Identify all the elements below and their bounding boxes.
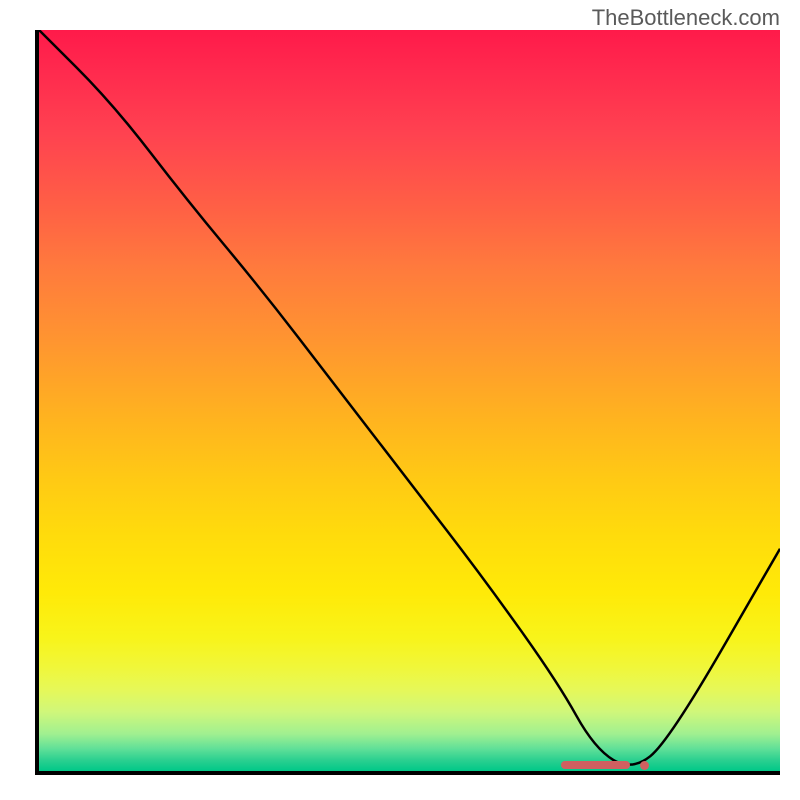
plot-area	[35, 30, 780, 775]
watermark-text: TheBottleneck.com	[592, 5, 780, 31]
bottleneck-curve	[39, 30, 780, 765]
curve-svg	[39, 30, 780, 771]
optimal-marker-dot	[640, 761, 649, 770]
optimal-marker-band	[561, 761, 630, 769]
chart-container: TheBottleneck.com	[0, 0, 800, 800]
